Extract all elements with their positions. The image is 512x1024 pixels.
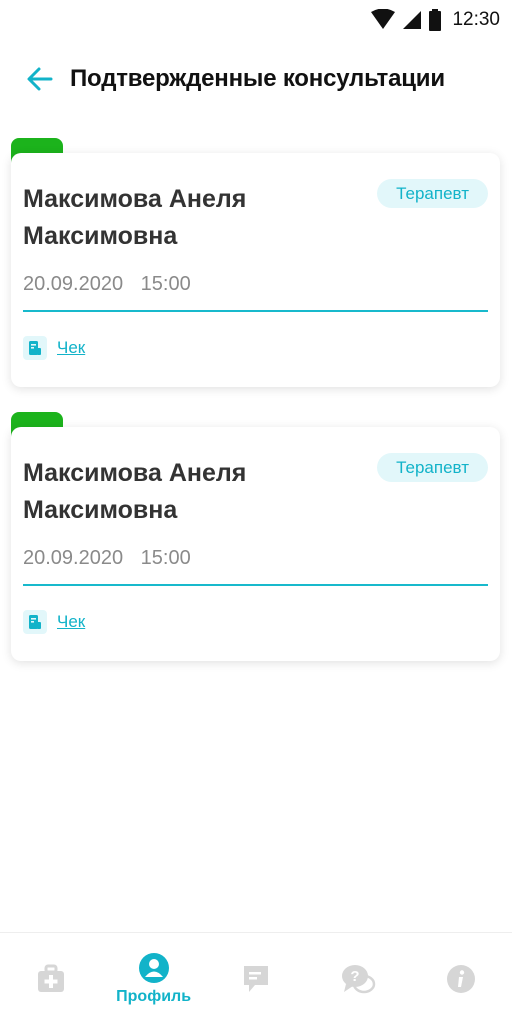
medkit-icon [38, 964, 65, 992]
consultation-card-wrapper: Максимова Анеля Максимовна Терапевт 20.0… [0, 138, 512, 412]
receipt-label: Чек [57, 338, 86, 357]
consultation-card-wrapper: Максимова Анеля Максимовна Терапевт 20.0… [0, 412, 512, 686]
info-icon [446, 964, 475, 993]
receipt-icon [23, 610, 47, 634]
receipt-icon [23, 336, 47, 360]
doctor-name: Максимова Анеля Максимовна [23, 459, 247, 524]
consultation-date: 20.09.2020 [23, 547, 124, 569]
nav-item-chat[interactable] [205, 933, 307, 1024]
status-bar: 12:30 [0, 0, 512, 40]
screen: 12:30 Подтвержденные консультации Максим… [0, 0, 512, 1024]
nav-item-info[interactable] [410, 933, 512, 1024]
nav-item-profile[interactable]: Профиль [102, 933, 204, 1024]
receipt-link[interactable]: Чек [23, 609, 85, 635]
app-header: Подтвержденные консультации [0, 56, 512, 102]
wifi-icon [370, 9, 396, 31]
help-icon: ? [342, 964, 376, 993]
nav-label-profile: Профиль [116, 987, 192, 1005]
receipt-link[interactable]: Чек [23, 335, 85, 361]
nav-item-medkit[interactable] [0, 933, 102, 1024]
divider [23, 310, 488, 312]
bottom-nav: Профиль ? [0, 932, 512, 1024]
chat-icon [244, 965, 269, 992]
consultation-time: 15:00 [140, 547, 191, 569]
arrow-left-icon [27, 67, 53, 91]
divider [23, 584, 488, 586]
consultation-card[interactable]: Максимова Анеля Максимовна Терапевт 20.0… [11, 153, 500, 387]
specialty-badge: Терапевт [377, 453, 488, 482]
signal-icon [402, 10, 422, 30]
status-time: 12:30 [452, 9, 500, 30]
back-button[interactable] [20, 59, 60, 99]
consultation-card[interactable]: Максимова Анеля Максимовна Терапевт 20.0… [11, 427, 500, 661]
svg-text:?: ? [351, 968, 360, 985]
battery-icon [428, 9, 442, 31]
consultation-datetime: 20.09.2020 15:00 [23, 273, 191, 296]
consultation-time: 15:00 [140, 273, 191, 295]
specialty-badge: Терапевт [377, 179, 488, 208]
doctor-name: Максимова Анеля Максимовна [23, 185, 247, 250]
consultation-list: Максимова Анеля Максимовна Терапевт 20.0… [0, 138, 512, 686]
receipt-label: Чек [57, 612, 86, 631]
consultation-datetime: 20.09.2020 15:00 [23, 547, 191, 570]
consultation-date: 20.09.2020 [23, 273, 124, 295]
page-title: Подтвержденные консультации [70, 65, 445, 92]
nav-item-help[interactable]: ? [307, 933, 409, 1024]
profile-icon [138, 952, 169, 983]
